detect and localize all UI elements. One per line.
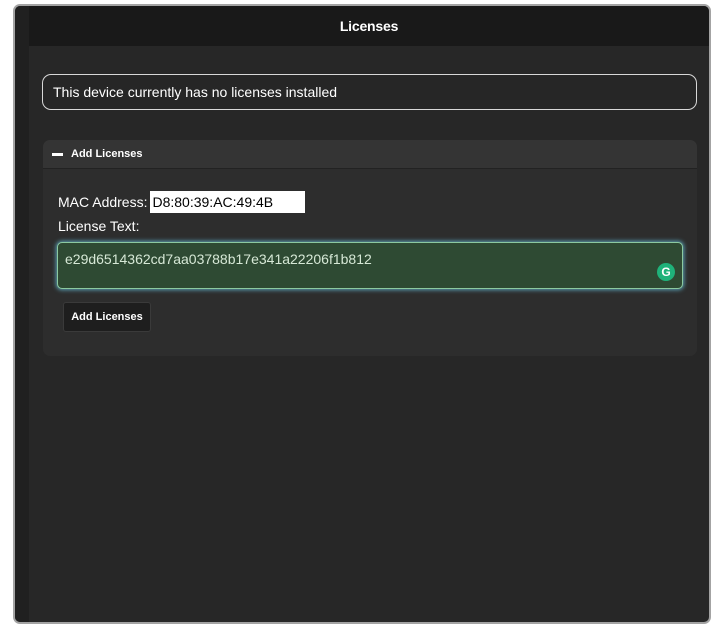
license-text-value: e29d6514362cd7aa03788b17e341a22206f1b812 [65, 251, 372, 267]
window-left-edge [15, 6, 29, 622]
title-bar: Licenses [29, 6, 709, 46]
licenses-window: Licenses This device currently has no li… [13, 4, 711, 624]
no-licenses-notice: This device currently has no licenses in… [42, 74, 697, 110]
add-licenses-button[interactable]: Add Licenses [63, 302, 151, 332]
add-licenses-panel-header[interactable]: Add Licenses [43, 140, 697, 169]
license-text-label: License Text: [58, 218, 140, 234]
add-licenses-panel: Add Licenses MAC Address: D8:80:39:AC:49… [43, 140, 697, 356]
mac-address-row: MAC Address: D8:80:39:AC:49:4B [58, 191, 306, 213]
window-title: Licenses [339, 18, 399, 34]
minus-icon[interactable] [52, 152, 63, 156]
panel-header-label: Add Licenses [71, 148, 143, 160]
mac-address-label: MAC Address: [58, 194, 148, 210]
notice-text: This device currently has no licenses in… [53, 84, 338, 100]
grammarly-icon[interactable]: G [657, 263, 675, 281]
mac-address-value: D8:80:39:AC:49:4B [150, 191, 306, 213]
license-text-area[interactable]: e29d6514362cd7aa03788b17e341a22206f1b812… [57, 242, 683, 289]
